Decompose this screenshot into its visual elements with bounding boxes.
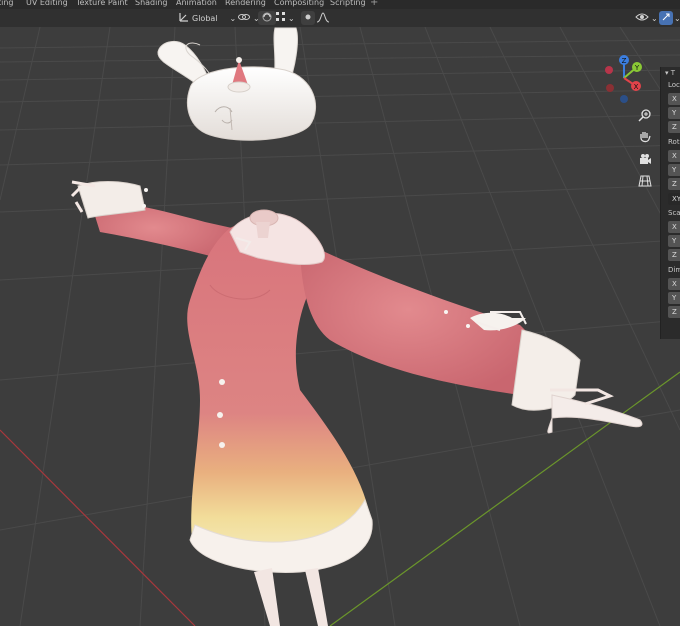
proportional-edit-button[interactable]	[301, 11, 315, 25]
visibility-dropdown[interactable]: ⌄	[635, 11, 658, 25]
falloff-dropdown[interactable]	[316, 11, 330, 25]
pivot-link-icon	[237, 11, 251, 25]
location-y-field[interactable]: Y	[668, 107, 680, 119]
chevron-down-icon: ⌄	[651, 13, 658, 23]
rotation-y-field[interactable]: Y	[668, 164, 680, 176]
grid-perspective-icon	[638, 174, 652, 190]
snap-toggle-button[interactable]	[258, 11, 276, 25]
dimensions-x-field[interactable]: X	[668, 278, 680, 290]
camera-icon	[638, 152, 652, 168]
falloff-curve-icon	[316, 11, 330, 25]
transform-orientation-label: Global	[192, 13, 218, 23]
perspective-toggle-button[interactable]	[636, 173, 654, 191]
camera-view-button[interactable]	[636, 151, 654, 169]
dimensions-z-field[interactable]: Z	[668, 306, 680, 318]
n-panel-tab-letter[interactable]: ▾ T	[665, 69, 675, 77]
collapse-triangle-icon: ▾	[665, 69, 669, 77]
pan-button[interactable]	[636, 129, 654, 147]
tab-uv-editing[interactable]: UV Editing	[22, 0, 72, 9]
x-axis-line	[0, 429, 196, 626]
rotation-x-field[interactable]: X	[668, 150, 680, 162]
proportional-dot-icon	[304, 13, 312, 23]
n-sidebar-panel[interactable]: ▾ T Loc X Y Z Rot X Y Z XY Sca X Y Z Dim…	[660, 67, 680, 339]
viewport-header-toolbar: Global ⌄ ⌄ ⌄ ⌄ ⌄	[0, 9, 680, 27]
gizmo-z-label: Z	[622, 57, 627, 65]
chevron-down-icon: ⌄	[229, 13, 237, 23]
tab-workspace-previous[interactable]: ting	[0, 0, 18, 9]
tab-texture-paint[interactable]: Texture Paint	[72, 0, 132, 9]
scale-y-field[interactable]: Y	[668, 235, 680, 247]
location-label: Loc	[668, 81, 680, 89]
add-workspace-button[interactable]: +	[366, 0, 382, 9]
tab-compositing[interactable]: Compositing	[270, 0, 328, 9]
gizmo-toggle-button[interactable]	[659, 11, 673, 25]
workspace-tab-bar: ting UV Editing Texture Paint Shading An…	[0, 0, 680, 9]
hand-icon	[638, 130, 652, 146]
tab-scripting[interactable]: Scripting	[326, 0, 370, 9]
gizmo-x-label: X	[634, 83, 639, 91]
dimensions-y-field[interactable]: Y	[668, 292, 680, 304]
legs	[254, 568, 280, 626]
scale-label: Sca	[668, 209, 680, 217]
zoom-button[interactable]	[636, 107, 654, 125]
snap-target-dropdown[interactable]: ⌄	[276, 11, 295, 25]
eye-icon	[635, 12, 649, 24]
navigation-gizmo[interactable]: Z Y X	[600, 50, 648, 106]
viewport-scene	[0, 27, 680, 626]
chevron-down-icon[interactable]: ⌄	[674, 11, 680, 25]
3d-viewport[interactable]: Z Y X ▾ T Loc X Y Z Rot X Y Z X Sca X Y …	[0, 27, 680, 626]
gizmo-arrows-icon	[661, 12, 671, 24]
tab-rendering[interactable]: Rendering	[221, 0, 270, 9]
dimensions-label: Dim	[668, 266, 680, 274]
pivot-point-dropdown[interactable]: ⌄	[237, 11, 260, 25]
transform-orientation-dropdown[interactable]: Global ⌄	[178, 11, 236, 25]
gizmo-y-label: Y	[634, 64, 640, 72]
location-x-field[interactable]: X	[668, 93, 680, 105]
y-axis-line	[329, 371, 680, 626]
orientation-axes-icon	[178, 11, 190, 25]
rotation-z-field[interactable]: Z	[668, 178, 680, 190]
location-z-field[interactable]: Z	[668, 121, 680, 133]
tab-shading[interactable]: Shading	[131, 0, 172, 9]
chevron-down-icon: ⌄	[288, 13, 295, 23]
tab-animation[interactable]: Animation	[172, 0, 221, 9]
rotation-label: Rot	[668, 138, 680, 146]
right-cuff	[511, 329, 581, 411]
scale-x-field[interactable]: X	[668, 221, 680, 233]
snap-grid-icon	[276, 12, 286, 24]
magnifier-plus-icon	[638, 108, 652, 124]
rotation-mode-dropdown[interactable]: XY	[668, 193, 680, 205]
scale-z-field[interactable]: Z	[668, 249, 680, 261]
snap-magnet-icon	[261, 11, 273, 25]
